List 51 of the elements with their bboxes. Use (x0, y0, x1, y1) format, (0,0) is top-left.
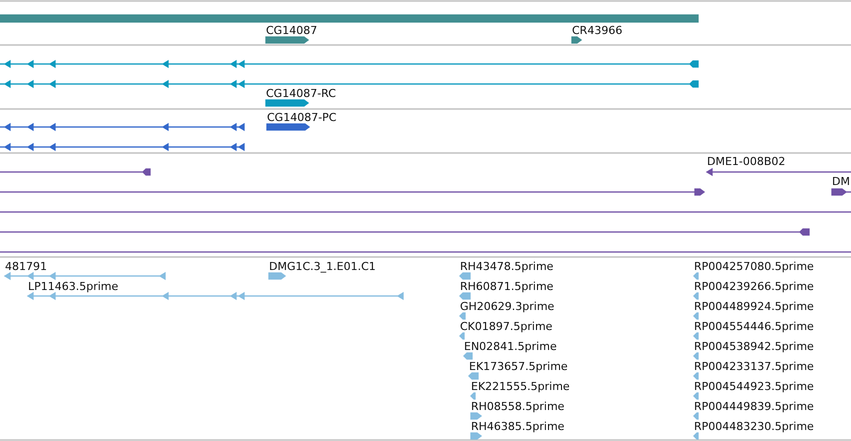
feature-label: RP004239266.5prime (694, 280, 814, 293)
feature-label: RP004489924.5prime (694, 300, 814, 313)
feature-arrow (266, 123, 310, 131)
feature-label: DMG1C.3_1.E01.C1 (269, 260, 376, 273)
feature-arrow (268, 272, 286, 280)
feature-label: RH46385.5prime (471, 420, 564, 433)
feature-arrow (470, 392, 476, 400)
feature-label: 481791 (5, 260, 47, 273)
feature-arrow (693, 272, 699, 280)
feature-arrow (470, 412, 482, 420)
feature-label: CG14087 (266, 24, 318, 37)
feature-label: EN02841.5prime (464, 340, 557, 353)
feature-label: EK173657.5prime (469, 360, 568, 373)
feature-arrow (265, 36, 310, 44)
feature-label: CK01897.5prime (460, 320, 552, 333)
feature-arrow (693, 312, 699, 320)
feature-label: LP11463.5prime (28, 280, 118, 293)
feature-label: RP004449839.5prime (694, 400, 814, 413)
feature-label: RH43478.5prime (460, 260, 554, 273)
feature-arrow (459, 312, 466, 320)
feature-label: RP004257080.5prime (694, 260, 814, 273)
feature-label: RP004233137.5prime (694, 360, 814, 373)
feature-label: RP004544923.5prime (694, 380, 814, 393)
feature-arrow (265, 99, 310, 107)
feature-arrow (693, 372, 699, 380)
feature-arrow (470, 432, 482, 440)
feature-arrow (693, 412, 699, 420)
feature-arrow (571, 36, 582, 44)
feature-label: EK221555.5prime (471, 380, 570, 393)
feature-arrow (459, 332, 465, 340)
feature-label: RP004538942.5prime (694, 340, 814, 353)
clone-line (831, 188, 851, 196)
feature-arrow (693, 352, 699, 360)
feature-label: DM (832, 175, 850, 188)
feature-label: CR43966 (572, 24, 622, 37)
feature-arrow (693, 432, 699, 440)
feature-arrow (459, 292, 471, 300)
feature-arrow (693, 392, 699, 400)
feature-label: RP004483230.5prime (694, 420, 814, 433)
feature-label: RH60871.5prime (460, 280, 554, 293)
feature-arrow (468, 372, 479, 380)
feature-label: CG14087-RC (266, 87, 336, 100)
feature-label: RH08558.5prime (471, 400, 564, 413)
feature-arrow (459, 272, 471, 280)
feature-arrow (463, 352, 473, 360)
feature-arrow (693, 292, 699, 300)
feature-label: DME1-008B02 (707, 155, 786, 168)
feature-arrow (693, 332, 699, 340)
feature-label: GH20629.3prime (460, 300, 554, 313)
feature-label: RP004554446.5prime (694, 320, 814, 333)
feature-label: CG14087-PC (267, 111, 336, 124)
